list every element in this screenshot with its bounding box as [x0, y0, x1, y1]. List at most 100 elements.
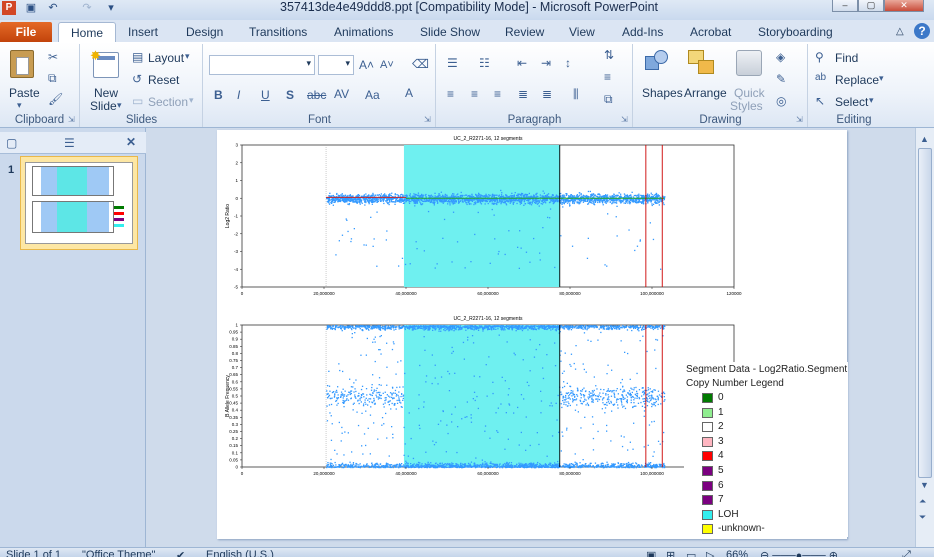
minimize-ribbon-icon[interactable]: △ [896, 22, 904, 42]
data-point [336, 192, 338, 195]
paragraph-launcher-icon[interactable]: ⇲ [621, 116, 629, 124]
smartart-icon[interactable]: ⧉ [604, 92, 613, 107]
data-point [364, 399, 366, 401]
select-button[interactable]: Select [835, 95, 868, 109]
tab-slide-show[interactable]: Slide Show [420, 22, 480, 42]
tab-storyboarding[interactable]: Storyboarding [758, 22, 833, 42]
save-icon[interactable]: ▣ [24, 1, 38, 15]
tab-acrobat[interactable]: Acrobat [690, 22, 731, 42]
replace-button[interactable]: Replace [835, 73, 879, 87]
data-point [418, 394, 420, 396]
new-slide-dropdown-icon[interactable]: ▾ [117, 100, 122, 111]
tab-add-ins[interactable]: Add-Ins [622, 22, 663, 42]
cut-icon[interactable]: ✂ [48, 50, 58, 64]
grow-font-icon[interactable]: A˄ [359, 58, 374, 72]
new-slide-button-line1[interactable]: New [94, 86, 118, 100]
quick-styles-button-line1[interactable]: Quick [734, 86, 765, 100]
tab-file[interactable]: File [0, 22, 52, 42]
data-point [383, 194, 385, 196]
shrink-font-icon[interactable]: A˅ [380, 59, 394, 71]
layout-dropdown-icon[interactable]: ▾ [185, 51, 190, 62]
new-slide-button-line2[interactable]: Slide [90, 99, 117, 113]
outline-tab-icon[interactable]: ☰ [64, 136, 75, 150]
drawing-launcher-icon[interactable]: ⇲ [796, 116, 804, 124]
data-point [344, 201, 346, 203]
data-point [628, 229, 630, 231]
arrange-icon[interactable] [688, 48, 716, 78]
data-point [609, 199, 611, 201]
line-spacing-icon[interactable]: ↕ [565, 56, 571, 70]
slide-thumbnail[interactable] [20, 156, 138, 250]
copy-icon[interactable]: ⧉ [48, 71, 57, 86]
bold-icon[interactable]: B [214, 88, 223, 102]
paste-dropdown-icon[interactable]: ▾ [17, 100, 22, 111]
section-dropdown-icon[interactable]: ▾ [189, 95, 194, 106]
data-point [513, 412, 515, 414]
data-point [348, 200, 350, 202]
shadow-icon[interactable]: S [286, 88, 294, 102]
maximize-button[interactable]: ▢ [858, 0, 884, 12]
new-slide-icon[interactable]: ✸ [90, 48, 119, 78]
format-painter-icon[interactable]: 🖌 [48, 92, 63, 106]
columns-icon[interactable]: ⫼ [573, 87, 579, 102]
help-icon[interactable]: ? [914, 23, 930, 39]
font-size-field[interactable]: ▾ [318, 55, 354, 75]
strikethrough-icon[interactable]: abc [307, 88, 326, 102]
data-point [392, 398, 394, 400]
distributed-icon[interactable]: ≣ [542, 87, 552, 101]
replace-dropdown-icon[interactable]: ▾ [879, 73, 884, 84]
shapes-icon[interactable] [645, 48, 669, 78]
minimize-button[interactable]: – [832, 0, 858, 12]
clear-formatting-icon[interactable]: ⌫ [412, 57, 429, 71]
shape-fill-icon[interactable]: ◈ [776, 50, 785, 64]
text-direction-icon[interactable]: ⇅ [604, 48, 614, 62]
find-button[interactable]: Find [835, 51, 858, 65]
tab-animations[interactable]: Animations [334, 22, 393, 42]
close-button[interactable]: ✕ [884, 0, 924, 12]
font-launcher-icon[interactable]: ⇲ [424, 116, 432, 124]
data-point [463, 358, 465, 360]
tab-insert[interactable]: Insert [128, 22, 158, 42]
undo-icon[interactable]: ↶ [46, 1, 60, 15]
tab-design[interactable]: Design [186, 22, 223, 42]
redo-icon[interactable]: ↷ [80, 1, 94, 15]
font-name-field[interactable]: ▾ [209, 55, 315, 75]
clipboard-launcher-icon[interactable]: ⇲ [68, 116, 76, 124]
select-dropdown-icon[interactable]: ▾ [869, 95, 874, 106]
character-spacing-icon[interactable]: AV [334, 87, 349, 101]
align-right-icon[interactable]: ≡ [494, 87, 501, 101]
reset-button[interactable]: Reset [148, 73, 179, 87]
slides-tab-icon[interactable]: ▢ [6, 136, 17, 150]
paste-icon[interactable] [10, 50, 34, 78]
shapes-button[interactable]: Shapes [642, 86, 683, 100]
change-case-icon[interactable]: Aa [365, 88, 380, 102]
customize-qat-icon[interactable]: ▾ [104, 1, 118, 15]
align-left-icon[interactable]: ≡ [447, 87, 454, 101]
shape-effects-icon[interactable]: ◎ [776, 94, 786, 108]
quick-styles-button-line2[interactable]: Styles [730, 99, 763, 113]
center-icon[interactable]: ≡ [471, 87, 478, 101]
align-text-icon[interactable]: ≡ [604, 70, 611, 84]
data-point [376, 387, 378, 389]
arrange-button[interactable]: Arrange [684, 86, 727, 100]
tab-home[interactable]: Home [58, 22, 117, 42]
underline-icon[interactable]: U [261, 88, 270, 102]
quick-styles-icon[interactable] [736, 50, 762, 76]
data-point [395, 408, 397, 410]
decrease-indent-icon[interactable]: ⇤ [517, 56, 527, 70]
tab-transitions[interactable]: Transitions [249, 22, 307, 42]
tab-view[interactable]: View [569, 22, 595, 42]
numbering-icon[interactable]: ☷ [479, 56, 490, 70]
data-point [408, 200, 411, 202]
paste-button[interactable]: Paste [9, 86, 40, 100]
tab-review[interactable]: Review [505, 22, 544, 42]
shape-outline-icon[interactable]: ✎ [776, 72, 786, 86]
bullets-icon[interactable]: ☰ [447, 56, 458, 70]
section-button[interactable]: Section [148, 95, 188, 109]
increase-indent-icon[interactable]: ⇥ [541, 56, 551, 70]
justify-icon[interactable]: ≣ [518, 87, 528, 101]
close-panel-icon[interactable]: ✕ [126, 135, 136, 149]
italic-icon[interactable]: I [237, 88, 240, 102]
font-color-icon[interactable]: A [405, 86, 413, 100]
layout-button[interactable]: Layout [148, 51, 184, 65]
